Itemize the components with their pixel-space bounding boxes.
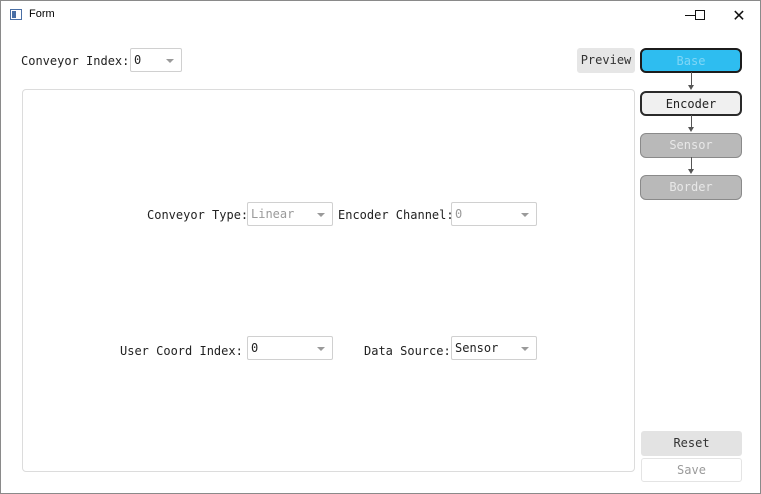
conveyor-type-value: Linear [251,207,295,221]
conveyor-index-select[interactable]: 0 [130,48,182,72]
chevron-down-icon [521,213,529,217]
form-window: Form ✕ Conveyor Index: 0 Preview Conveyo… [0,0,761,494]
chevron-down-icon [166,59,174,63]
user-coord-index-label: User Coord Index: [120,344,243,358]
title-bar[interactable]: Form ✕ [1,1,760,29]
step-border[interactable]: Border [640,175,742,200]
step-encoder[interactable]: Encoder [640,91,742,116]
preview-button[interactable]: Preview [577,48,635,73]
arrow-down-icon [688,169,694,174]
encoder-channel-value: 0 [455,207,463,221]
conveyor-index-value: 0 [134,53,142,67]
conveyor-index-label: Conveyor Index: [21,54,130,68]
flow-connector [691,72,692,86]
step-base[interactable]: Base [640,48,742,73]
chevron-down-icon [317,347,325,351]
chevron-down-icon [521,347,529,351]
maximize-icon [695,10,705,20]
encoder-channel-label: Encoder Channel: [338,208,454,222]
data-source-select[interactable]: Sensor [451,336,537,360]
close-icon: ✕ [732,5,746,25]
conveyor-type-label: Conveyor Type: [147,208,249,222]
arrow-down-icon [688,85,694,90]
chevron-down-icon [317,213,325,217]
step-sensor[interactable]: Sensor [640,133,742,158]
close-button[interactable]: ✕ [722,1,756,29]
arrow-down-icon [688,127,694,132]
data-source-label: Data Source: [364,344,451,358]
window-title: Form [29,8,55,20]
save-button[interactable]: Save [641,458,742,482]
app-window-icon [10,9,22,20]
reset-button[interactable]: Reset [641,431,742,456]
conveyor-type-select[interactable]: Linear [247,202,333,226]
user-coord-index-select[interactable]: 0 [247,336,333,360]
data-source-value: Sensor [455,341,499,355]
maximize-button[interactable] [683,1,717,29]
encoder-channel-select[interactable]: 0 [451,202,537,226]
encoder-settings-panel [22,89,635,472]
user-coord-index-value: 0 [251,341,259,355]
